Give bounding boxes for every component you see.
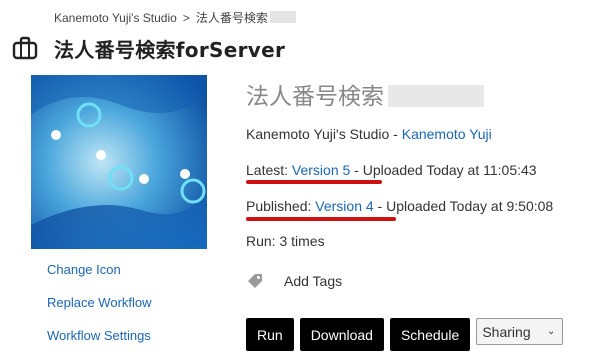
add-tags-label[interactable]: Add Tags [284,273,342,289]
latest-version-link[interactable]: Version 5 [292,162,350,178]
latest-label: Latest: [246,162,292,178]
breadcrumb-current: 法人番号検索 [195,11,268,25]
page-title: 法人番号検索forServer [54,37,286,62]
sharing-select[interactable]: Sharing ⌄ [476,318,564,345]
icon-actions: Change Icon Replace Workflow Workflow Se… [47,262,152,361]
workflow-icon-image [31,75,207,249]
run-button[interactable]: Run [246,318,294,351]
published-line: Published: Version 4 - Uploaded Today at… [246,198,553,214]
breadcrumb: Kanemoto Yuji's Studio > 法人番号検索 [54,9,296,26]
owner-studio: Kanemoto Yuji's Studio - [246,126,402,142]
briefcase-icon [12,36,38,60]
workflow-title-text: 法人番号検索 [246,84,384,110]
breadcrumb-studio[interactable]: Kanemoto Yuji's Studio [54,11,177,25]
redacted-text [388,85,484,107]
redacted-text [269,11,296,23]
latest-highlight-underline [246,180,382,184]
tag-icon [248,274,262,288]
workflow-details: 法人番号検索 Kanemoto Yuji's Studio - Kanemoto… [246,82,596,249]
latest-line: Latest: Version 5 - Uploaded Today at 11… [246,162,537,178]
latest-upload-time: - Uploaded Today at 11:05:43 [350,162,537,178]
tags-row[interactable]: Add Tags [246,272,342,290]
owner-link[interactable]: Kanemoto Yuji [402,126,492,142]
published-label: Published: [246,198,316,214]
published-highlight-underline [246,217,396,221]
workflow-settings-link[interactable]: Workflow Settings [47,328,152,361]
sharing-select-value: Sharing [482,323,531,340]
schedule-button[interactable]: Schedule [389,318,471,351]
published-upload-time: - Uploaded Today at 9:50:08 [373,198,554,214]
page-title-row: 法人番号検索forServer [12,34,285,62]
replace-workflow-link[interactable]: Replace Workflow [47,295,152,328]
download-button[interactable]: Download [299,318,384,351]
workflow-title: 法人番号検索 [246,82,596,112]
action-bar: Run Download Schedule Sharing ⌄ [246,318,564,351]
published-version-link[interactable]: Version 4 [315,198,373,214]
owner-line: Kanemoto Yuji's Studio - Kanemoto Yuji [246,126,492,142]
run-count: Run: 3 times [246,233,325,249]
change-icon-link[interactable]: Change Icon [47,262,152,295]
breadcrumb-separator: > [182,11,190,25]
chevron-down-icon: ⌄ [546,326,556,337]
